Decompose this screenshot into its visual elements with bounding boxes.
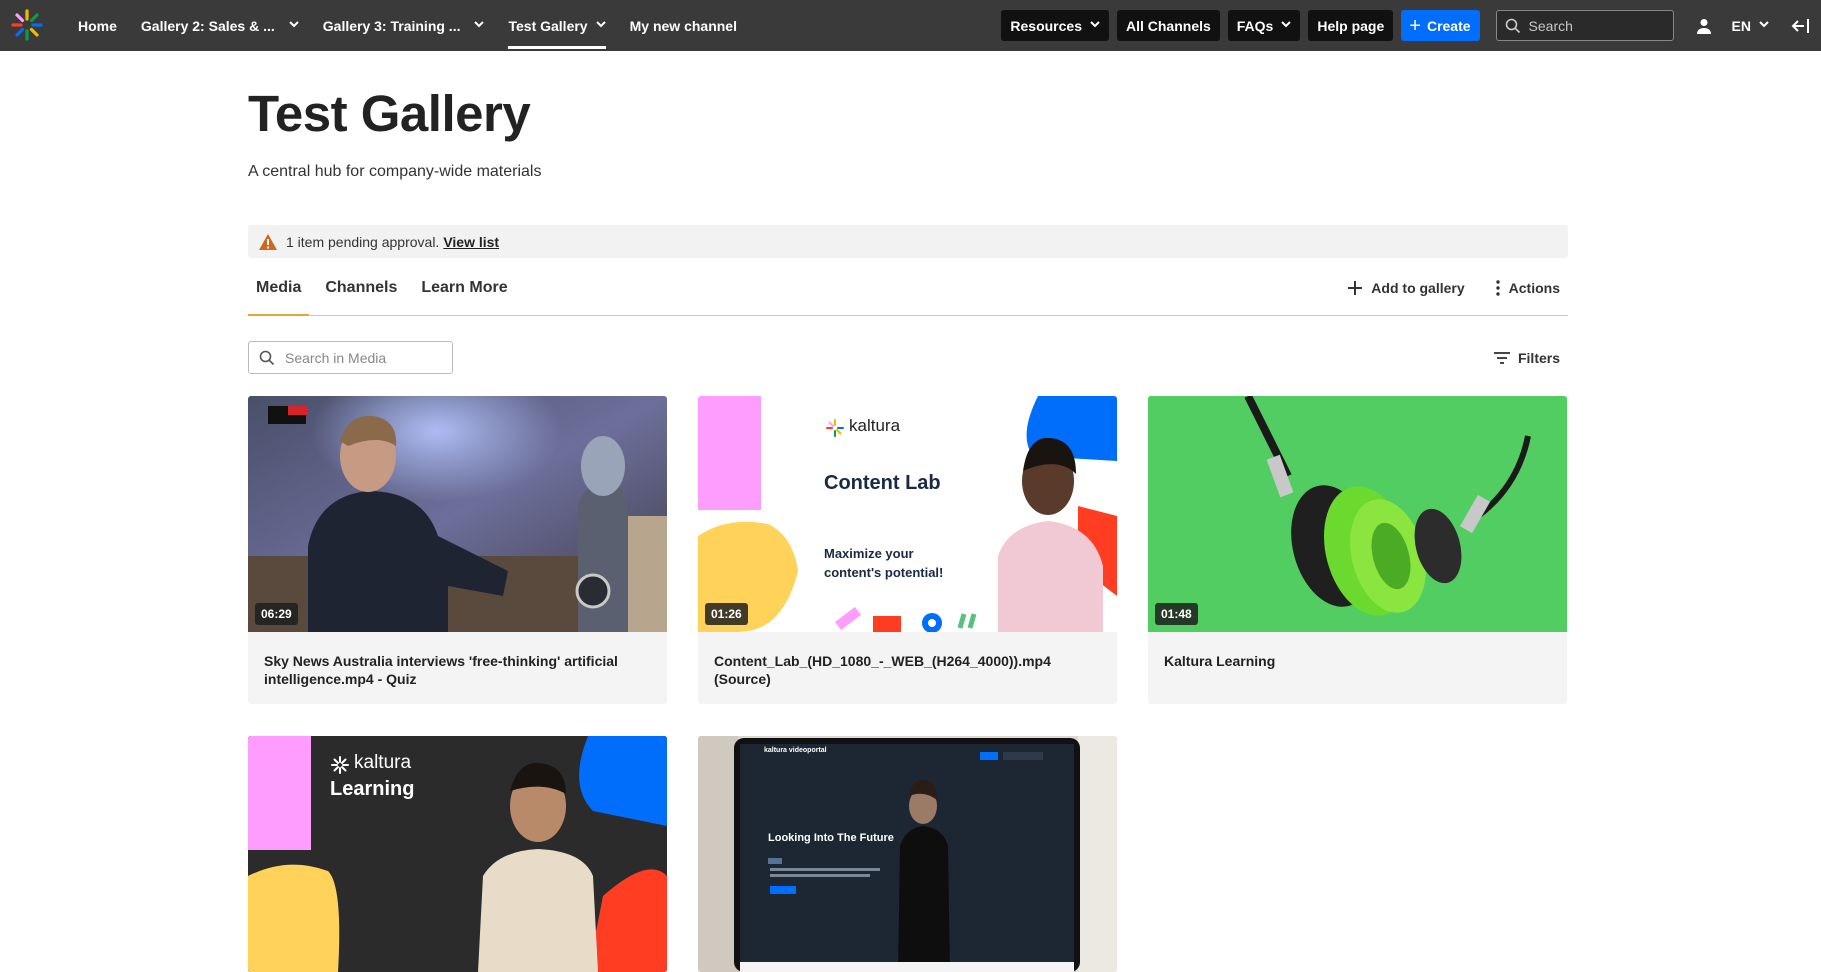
- nav-home-label: Home: [78, 17, 117, 34]
- search-icon: [259, 350, 275, 366]
- thumbnail-image: [698, 736, 1117, 972]
- media-search[interactable]: [248, 341, 453, 374]
- thumb-heading: Looking Into The Future: [768, 832, 894, 844]
- duration-badge: 06:29: [255, 603, 298, 625]
- media-card[interactable]: kaltura Content Lab Maximize your conten…: [698, 396, 1117, 704]
- nav-gallery-2-label: Gallery 2: Sales & ...: [140, 17, 275, 34]
- user-menu-icon[interactable]: [1696, 18, 1712, 34]
- filters-button[interactable]: Filters: [1493, 341, 1560, 374]
- media-search-input[interactable]: [283, 348, 447, 367]
- thumb-brand: kaltura: [849, 416, 901, 435]
- help-page-button[interactable]: Help page: [1308, 10, 1394, 41]
- top-navbar: Home Gallery 2: Sales & ... Gallery 3: T…: [0, 0, 1821, 51]
- nav-my-new-channel[interactable]: My new channel: [618, 0, 749, 51]
- chevron-down-icon: [1759, 20, 1769, 31]
- nav-test-gallery-label: Test Gallery: [508, 17, 588, 34]
- filters-label: Filters: [1517, 349, 1560, 366]
- resources-label: Resources: [1010, 17, 1082, 34]
- tab-learn-more-label: Learn More: [421, 278, 508, 296]
- media-card[interactable]: 06:29 Sky News Australia interviews 'fre…: [248, 396, 667, 704]
- page-description: A central hub for company-wide materials: [248, 163, 542, 180]
- media-card[interactable]: 01:48 Kaltura Learning: [1148, 396, 1567, 704]
- chevron-down-icon: [289, 20, 299, 31]
- nav-my-new-channel-label: My new channel: [629, 17, 737, 34]
- media-thumbnail[interactable]: 01:48: [1148, 396, 1567, 632]
- chevron-down-icon: [1281, 20, 1292, 31]
- tab-learn-more[interactable]: Learn More: [413, 260, 515, 315]
- thumb-brand: kaltura: [354, 752, 412, 773]
- nav-test-gallery[interactable]: Test Gallery: [496, 0, 617, 51]
- collapse-arrow-icon[interactable]: [1791, 18, 1809, 34]
- help-page-label: Help page: [1317, 17, 1385, 34]
- media-card[interactable]: kaltura Learning: [248, 736, 667, 972]
- nav-gallery-3[interactable]: Gallery 3: Training ...: [311, 0, 497, 51]
- pending-approval-banner: 1 item pending approval. View list: [248, 225, 1568, 258]
- thumb-heading: Learning: [330, 778, 415, 800]
- media-filter-row: Filters: [248, 341, 1568, 375]
- media-card[interactable]: kaltura videoportal Looking Into The Fut…: [698, 736, 1117, 972]
- create-label: Create: [1426, 17, 1471, 34]
- nav-right-group: Resources All Channels FAQs Help page + C…: [1001, 0, 1821, 51]
- view-list-link[interactable]: View list: [443, 234, 499, 250]
- global-search-input[interactable]: [1526, 16, 1661, 35]
- all-channels-label: All Channels: [1125, 17, 1211, 34]
- filter-icon: [1493, 351, 1510, 365]
- media-title[interactable]: Content_Lab_(HD_1080_-_WEB_(H264_4000)).…: [698, 632, 1117, 704]
- main-nav: Home Gallery 2: Sales & ... Gallery 3: T…: [66, 0, 749, 51]
- thumbnail-image: [248, 736, 667, 972]
- duration-badge: 01:26: [705, 603, 748, 625]
- plus-icon: +: [1409, 14, 1421, 37]
- media-thumbnail[interactable]: kaltura videoportal Looking Into The Fut…: [698, 736, 1117, 972]
- chevron-down-icon: [474, 20, 485, 31]
- warning-icon: [258, 233, 278, 251]
- gallery-content: Test Gallery A central hub for company-w…: [248, 51, 1568, 375]
- thumbnail-image: [248, 396, 667, 632]
- resources-menu-button[interactable]: Resources: [1001, 10, 1109, 41]
- thumb-brand: kaltura videoportal: [764, 747, 827, 754]
- tab-media[interactable]: Media: [248, 260, 310, 316]
- tab-channels[interactable]: Channels: [317, 260, 405, 315]
- nav-home[interactable]: Home: [66, 0, 129, 51]
- media-thumbnail[interactable]: kaltura Learning: [248, 736, 667, 972]
- tab-actions: Add to gallery Actions: [1317, 260, 1560, 315]
- nav-gallery-3-label: Gallery 3: Training ...: [322, 17, 461, 34]
- actions-menu-button[interactable]: Actions: [1495, 280, 1560, 296]
- all-channels-button[interactable]: All Channels: [1116, 10, 1220, 41]
- more-vertical-icon: [1495, 279, 1501, 296]
- search-icon: [1505, 18, 1521, 34]
- pending-text: 1 item pending approval.: [286, 233, 440, 250]
- duration-badge: 01:48: [1155, 603, 1198, 625]
- thumb-heading: Content Lab: [824, 472, 941, 494]
- media-title[interactable]: Sky News Australia interviews 'free-thin…: [248, 632, 667, 704]
- create-button[interactable]: + Create: [1401, 10, 1480, 41]
- tab-channels-label: Channels: [325, 278, 398, 296]
- media-thumbnail[interactable]: 06:29: [248, 396, 667, 632]
- actions-label: Actions: [1508, 279, 1560, 296]
- kaltura-logo-icon[interactable]: [9, 7, 45, 43]
- language-selector[interactable]: EN: [1732, 18, 1769, 34]
- thumbnail-image: [698, 396, 1117, 632]
- global-search[interactable]: [1495, 10, 1674, 41]
- thumb-tagline: Maximize your content's potential!: [824, 546, 944, 580]
- chevron-down-icon: [595, 20, 606, 31]
- language-label: EN: [1731, 17, 1751, 34]
- gallery-tabs: Media Channels Learn More Add to gallery…: [248, 260, 1568, 316]
- nav-gallery-2[interactable]: Gallery 2: Sales & ...: [129, 0, 311, 51]
- faqs-menu-button[interactable]: FAQs: [1227, 10, 1301, 41]
- chevron-down-icon: [1090, 20, 1100, 31]
- media-title[interactable]: Kaltura Learning: [1148, 632, 1567, 704]
- media-thumbnail[interactable]: kaltura Content Lab Maximize your conten…: [698, 396, 1117, 632]
- page-title: Test Gallery: [248, 85, 531, 142]
- add-to-gallery-label: Add to gallery: [1371, 279, 1465, 296]
- tab-media-label: Media: [256, 278, 302, 296]
- thumbnail-image: [1148, 396, 1567, 632]
- faqs-label: FAQs: [1236, 17, 1274, 34]
- plus-icon: [1347, 280, 1363, 296]
- add-to-gallery-button[interactable]: Add to gallery: [1347, 279, 1465, 296]
